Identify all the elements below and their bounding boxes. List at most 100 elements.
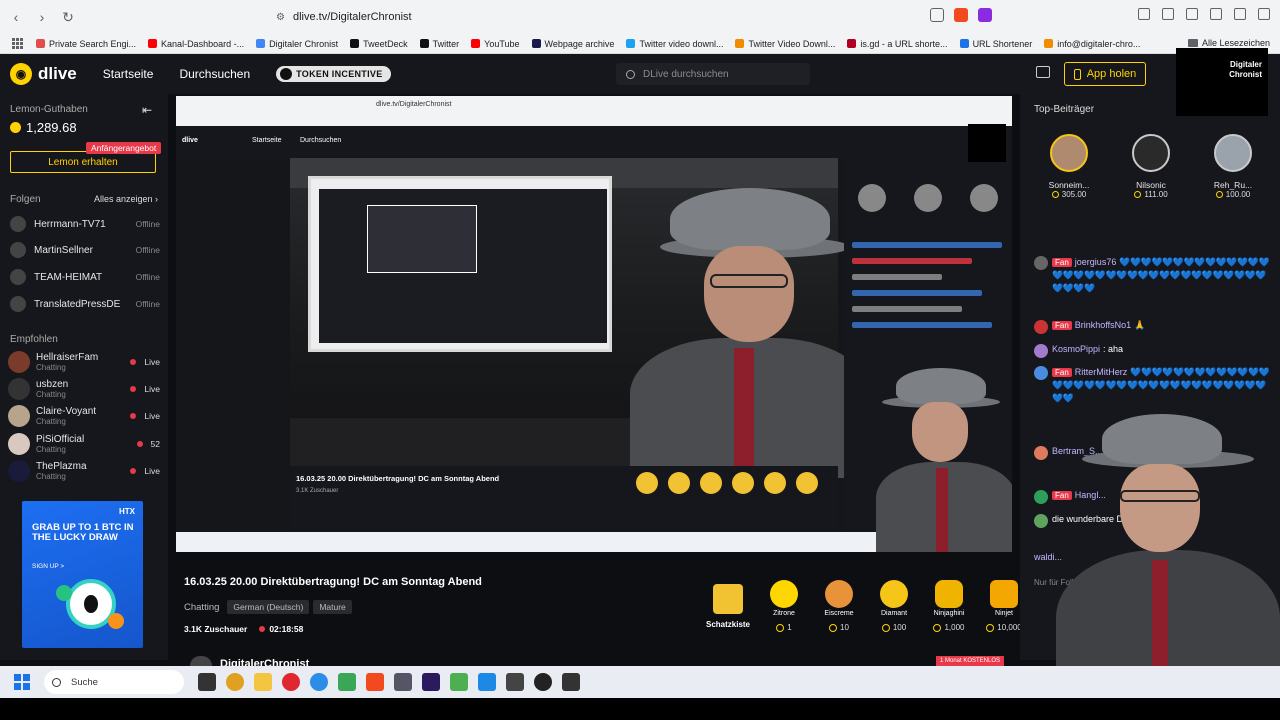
gift-ninjaghini[interactable]: Ninjaghini 1,000	[922, 580, 976, 632]
token-incentive-badge[interactable]: TOKEN INCENTIVE	[276, 66, 391, 82]
webcam-overlay	[1056, 400, 1280, 700]
downloads-icon[interactable]	[1210, 8, 1222, 20]
site-search-input[interactable]: DLive durchsuchen	[616, 63, 810, 85]
vpn-icon[interactable]	[1234, 8, 1246, 20]
app-icon[interactable]	[506, 673, 524, 691]
address-actions	[930, 8, 992, 22]
bookmark-favicon-icon	[148, 39, 158, 48]
premiere-icon[interactable]	[422, 673, 440, 691]
taskbar-apps	[198, 673, 580, 691]
top-contributor[interactable]: Nilsonic 111.00	[1116, 134, 1186, 199]
site-info-icon[interactable]: ⚙	[276, 12, 285, 23]
app-icon[interactable]	[478, 673, 496, 691]
tag-language[interactable]: German (Deutsch)	[227, 600, 310, 614]
channel-avatar[interactable]	[190, 656, 212, 666]
bookmark-item[interactable]: TweetDeck	[350, 39, 408, 49]
recommended-item[interactable]: PiSiOfficial Chatting 52	[8, 432, 160, 456]
opera-icon[interactable]	[282, 673, 300, 691]
get-lemon-button[interactable]: Lemon erhalten	[10, 151, 156, 173]
app-icon[interactable]	[338, 673, 356, 691]
app-icon[interactable]	[226, 673, 244, 691]
get-app-button[interactable]: App holen	[1064, 62, 1146, 86]
lemon-coin-icon	[1134, 191, 1142, 198]
address-bar[interactable]: ⚙ dlive.tv/DigitalerChronist	[276, 6, 1000, 28]
bookmark-item[interactable]: Webpage archive	[531, 39, 614, 49]
follow-header: Folgen	[10, 194, 41, 205]
top-contributor[interactable]: Reh_Ru... 100.00	[1198, 134, 1268, 199]
gift-diamond[interactable]: Diamant 100	[867, 580, 921, 632]
apps-icon[interactable]	[12, 37, 24, 50]
presenter	[630, 188, 870, 478]
tab-icon[interactable]	[1186, 8, 1198, 20]
bookmark-item[interactable]: Digitaler Chronist	[256, 39, 338, 49]
ice-cream-icon	[825, 580, 853, 608]
gift-treasure-chest[interactable]: Schatzkiste	[700, 580, 756, 632]
bookmark-item[interactable]: Twitter	[419, 39, 459, 49]
recommended-item[interactable]: usbzen Chatting Live	[8, 377, 160, 401]
lemon-coin-icon	[829, 623, 838, 632]
app-icon[interactable]	[394, 673, 412, 691]
htx-ad-banner[interactable]: HTX GRAB UP TO 1 BTC IN THE LUCKY DRAW S…	[22, 501, 143, 648]
lemon-coin-icon	[1215, 191, 1223, 198]
bookmark-item[interactable]: info@digitaler-chro...	[1044, 39, 1140, 49]
top-contributor[interactable]: Sonneim... 305.00	[1034, 134, 1104, 199]
windows-start-icon[interactable]	[14, 674, 30, 690]
top-contributors-header: Top-Beiträger	[1034, 104, 1095, 115]
forward-icon[interactable]: ›	[32, 7, 52, 27]
htx-logo: HTX	[119, 507, 135, 516]
brave-shield-icon[interactable]	[954, 8, 968, 22]
all-bookmarks[interactable]: Alle Lesezeichen	[1187, 38, 1270, 48]
browser-actions	[1138, 8, 1270, 20]
dlive-logo[interactable]: ◉ dlive	[10, 63, 77, 85]
share-icon[interactable]	[930, 8, 944, 22]
video-player[interactable]: dlive.tv/DigitalerChronist dlive Startse…	[176, 96, 1012, 552]
bookmark-item[interactable]: Private Search Engi...	[36, 39, 136, 49]
bookmark-item[interactable]: URL Shortener	[959, 39, 1032, 49]
bookmark-favicon-icon	[350, 39, 360, 48]
menu-icon[interactable]	[1258, 8, 1270, 20]
follow-item[interactable]: TranslatedPressDE Offline	[10, 295, 160, 313]
collapse-sidebar-icon[interactable]: ⇤	[142, 103, 152, 117]
bookmark-favicon-icon	[735, 39, 745, 48]
recommended-item[interactable]: ThePlazma Chatting Live	[8, 459, 160, 483]
avatar	[8, 378, 30, 400]
browser-icon[interactable]	[310, 673, 328, 691]
avatar	[8, 405, 30, 427]
brave-icon[interactable]	[366, 673, 384, 691]
bottom-letterbox	[0, 698, 1280, 720]
bookmark-item[interactable]: Kanal-Dashboard -...	[148, 39, 244, 49]
follow-item[interactable]: TEAM-HEIMAT Offline	[10, 268, 160, 286]
category-link[interactable]: Chatting	[184, 602, 219, 613]
gift-icecream[interactable]: Eiscreme 10	[812, 580, 866, 632]
obs-icon[interactable]	[534, 673, 552, 691]
show-all-link[interactable]: Alles anzeigen ›	[94, 194, 158, 204]
avatar	[10, 216, 26, 232]
sidebar-icon[interactable]	[1162, 8, 1174, 20]
bookmark-item[interactable]: Twitter video downl...	[626, 39, 723, 49]
brave-rewards-icon[interactable]	[978, 8, 992, 22]
follow-item[interactable]: Herrmann-TV71 Offline	[10, 215, 160, 233]
task-view-icon[interactable]	[198, 673, 216, 691]
recommended-item[interactable]: Claire-Voyant Chatting Live	[8, 404, 160, 428]
bookmark-item[interactable]: is.gd - a URL shorte...	[847, 39, 948, 49]
app-icon[interactable]	[450, 673, 468, 691]
nav-durchsuchen[interactable]: Durchsuchen	[179, 67, 250, 81]
ad-signup-link[interactable]: SIGN UP >	[32, 563, 64, 570]
search-icon	[52, 677, 61, 687]
taskbar-search[interactable]: Suche	[44, 670, 184, 694]
extensions-icon[interactable]	[1138, 8, 1150, 20]
coin-icon	[56, 585, 72, 601]
back-icon[interactable]: ‹	[6, 7, 26, 27]
gift-lemon[interactable]: Zitrone 1	[757, 580, 811, 632]
tag-mature[interactable]: Mature	[313, 600, 352, 614]
recommended-item[interactable]: HellraiserFam Chatting Live	[8, 350, 160, 374]
messages-icon[interactable]	[1036, 66, 1050, 78]
follow-item[interactable]: MartinSellner Offline	[10, 241, 160, 259]
bookmark-item[interactable]: Twitter Video Downl...	[735, 39, 835, 49]
file-explorer-icon[interactable]	[254, 673, 272, 691]
bookmark-item[interactable]: YouTube	[471, 39, 520, 49]
reload-icon[interactable]: ↻	[58, 7, 78, 27]
nav-startseite[interactable]: Startseite	[103, 67, 154, 81]
app-icon[interactable]	[562, 673, 580, 691]
beginner-offer-badge: Anfängerangebot	[86, 142, 162, 154]
